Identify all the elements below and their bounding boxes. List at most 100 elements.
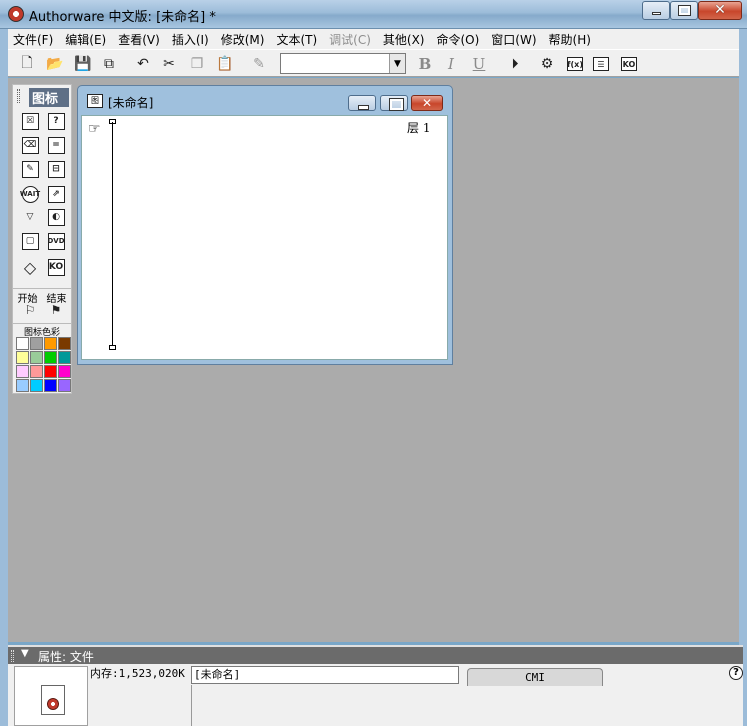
palette-grip[interactable] bbox=[17, 89, 20, 103]
end-flag-icon[interactable]: ⚑ bbox=[46, 300, 66, 320]
movie-icon[interactable]: ◐ bbox=[46, 207, 66, 227]
close-icon: ✕ bbox=[714, 1, 726, 18]
open-folder-icon[interactable]: 📂 bbox=[44, 54, 66, 74]
authorware-app-icon[interactable] bbox=[8, 6, 24, 22]
color-swatch[interactable] bbox=[44, 379, 57, 392]
window-frame-right bbox=[739, 29, 747, 726]
calculation-icon[interactable]: = bbox=[46, 135, 66, 155]
underline-button[interactable]: U bbox=[468, 54, 490, 74]
color-swatch[interactable] bbox=[30, 379, 43, 392]
menu-debug[interactable]: 调试(C) bbox=[324, 31, 376, 48]
erase-icon[interactable]: ⌫ bbox=[20, 135, 40, 155]
functions-button[interactable]: f(x) bbox=[564, 54, 586, 74]
color-swatch[interactable] bbox=[30, 365, 43, 378]
knowledge-objects-button[interactable]: KO bbox=[618, 54, 640, 74]
functions-icon: f(x) bbox=[567, 57, 583, 71]
cut-icon[interactable]: ✂ bbox=[158, 54, 180, 74]
flowchart-minimize-button[interactable] bbox=[348, 95, 376, 111]
menu-window[interactable]: 窗口(W) bbox=[486, 31, 541, 48]
color-swatch[interactable] bbox=[44, 365, 57, 378]
display-icon[interactable]: ☒ bbox=[20, 111, 40, 131]
new-file-icon[interactable]: 🗋 bbox=[16, 54, 38, 74]
memory-readout: 内存:1,523,020K bbox=[90, 667, 185, 680]
dvd-icon[interactable]: DVD bbox=[46, 231, 66, 251]
file-thumbnail bbox=[14, 666, 88, 726]
italic-button[interactable]: I bbox=[440, 54, 462, 74]
authorware-file-icon bbox=[41, 685, 65, 715]
maximize-icon bbox=[677, 5, 691, 16]
close-button[interactable]: ✕ bbox=[698, 1, 742, 20]
flowline[interactable] bbox=[112, 122, 113, 348]
file-name-field[interactable]: [未命名] bbox=[191, 666, 459, 684]
maximize-button[interactable] bbox=[670, 1, 698, 20]
bold-button[interactable]: B bbox=[414, 54, 436, 74]
color-swatch[interactable] bbox=[16, 365, 29, 378]
copy-icon[interactable]: ❐ bbox=[186, 54, 208, 74]
flowchart-window-icon[interactable]: 图 bbox=[87, 94, 103, 108]
color-swatch[interactable] bbox=[16, 379, 29, 392]
color-swatch[interactable] bbox=[58, 337, 71, 350]
menu-help[interactable]: 帮助(H) bbox=[544, 31, 596, 48]
control-panel-icon[interactable]: ⚙ bbox=[536, 54, 558, 74]
menu-modify[interactable]: 修改(M) bbox=[216, 31, 270, 48]
color-swatch[interactable] bbox=[44, 351, 57, 364]
variables-button[interactable]: ☰ bbox=[590, 54, 612, 74]
flowchart-window: 图 [未命名] ✕ ☞ 层 1 bbox=[77, 85, 453, 365]
toolbar: 🗋 📂 💾 ⧉ ↶ ✂ ❐ 📋 ✎ ▼ B I U ⏵ ⚙ f(x) ☰ KO bbox=[8, 49, 739, 77]
menu-edit[interactable]: 编辑(E) bbox=[60, 31, 111, 48]
icon-palette: 图标 ☒ ? ⌫ = ✎ ⊟ WAIT ⇗ ▽ ◐ ▢ DVD ◇ KO 开始 … bbox=[12, 84, 72, 394]
chevron-down-icon[interactable]: ▼ bbox=[389, 54, 405, 73]
font-combo[interactable]: ▼ bbox=[280, 53, 406, 74]
minimize-icon bbox=[651, 12, 661, 15]
import-icon[interactable]: ⧉ bbox=[98, 54, 120, 74]
color-swatch[interactable] bbox=[44, 337, 57, 350]
wait-icon[interactable]: WAIT bbox=[20, 184, 40, 204]
menu-view[interactable]: 查看(V) bbox=[113, 31, 165, 48]
knowledge-object-icon[interactable]: KO bbox=[46, 257, 66, 277]
start-flag-icon[interactable]: ⚐ bbox=[20, 300, 40, 320]
properties-title: 属性: 文件 bbox=[38, 650, 94, 664]
flowchart-window-title: [未命名] bbox=[108, 96, 154, 110]
flowchart-close-button[interactable]: ✕ bbox=[411, 95, 443, 111]
decision-icon[interactable]: ✎ bbox=[20, 159, 40, 179]
color-swatch[interactable] bbox=[58, 351, 71, 364]
color-swatch[interactable] bbox=[16, 337, 29, 350]
color-swatch[interactable] bbox=[58, 365, 71, 378]
save-all-icon[interactable]: 💾 bbox=[72, 54, 94, 74]
color-swatch[interactable] bbox=[30, 351, 43, 364]
variables-icon: ☰ bbox=[593, 57, 609, 71]
window-frame-left bbox=[0, 29, 8, 726]
collapse-arrow-icon[interactable]: ▼ bbox=[21, 648, 29, 659]
menu-other[interactable]: 其他(X) bbox=[378, 31, 430, 48]
color-swatch[interactable] bbox=[58, 379, 71, 392]
menu-file[interactable]: 文件(F) bbox=[8, 31, 58, 48]
find-icon[interactable]: ✎ bbox=[248, 54, 270, 74]
properties-grip[interactable] bbox=[11, 650, 14, 662]
color-swatch[interactable] bbox=[30, 337, 43, 350]
tab-cmi[interactable]: CMI bbox=[467, 668, 603, 686]
help-icon[interactable]: ? bbox=[729, 666, 743, 680]
paste-icon[interactable]: 📋 bbox=[214, 54, 236, 74]
layer-label: 层 1 bbox=[407, 121, 431, 135]
map-icon[interactable]: ◇ bbox=[20, 257, 40, 277]
paste-hand-icon[interactable]: ☞ bbox=[88, 121, 101, 137]
minimize-button[interactable] bbox=[642, 1, 670, 20]
flowchart-maximize-button[interactable] bbox=[380, 95, 408, 111]
navigate-icon[interactable]: ⇗ bbox=[46, 184, 66, 204]
title-bar[interactable]: Authorware 中文版: [未命名] * ✕ bbox=[0, 0, 747, 29]
framework-icon[interactable]: ▢ bbox=[20, 231, 40, 251]
menu-text[interactable]: 文本(T) bbox=[271, 31, 322, 48]
menu-insert[interactable]: 插入(I) bbox=[167, 31, 214, 48]
flowchart-canvas[interactable]: ☞ 层 1 bbox=[81, 115, 448, 360]
motion-icon[interactable]: ? bbox=[46, 111, 66, 131]
window-title: Authorware 中文版: [未命名] * bbox=[29, 10, 216, 25]
run-icon[interactable]: ⏵ bbox=[504, 54, 526, 74]
undo-icon[interactable]: ↶ bbox=[132, 54, 154, 74]
color-swatches bbox=[16, 337, 72, 392]
interaction-icon[interactable]: ⊟ bbox=[46, 159, 66, 179]
menu-command[interactable]: 命令(O) bbox=[431, 31, 484, 48]
sound-icon[interactable]: ▽ bbox=[20, 207, 40, 227]
properties-header[interactable]: ▼ 属性: 文件 bbox=[8, 645, 743, 664]
palette-title: 图标 bbox=[29, 88, 69, 107]
color-swatch[interactable] bbox=[16, 351, 29, 364]
